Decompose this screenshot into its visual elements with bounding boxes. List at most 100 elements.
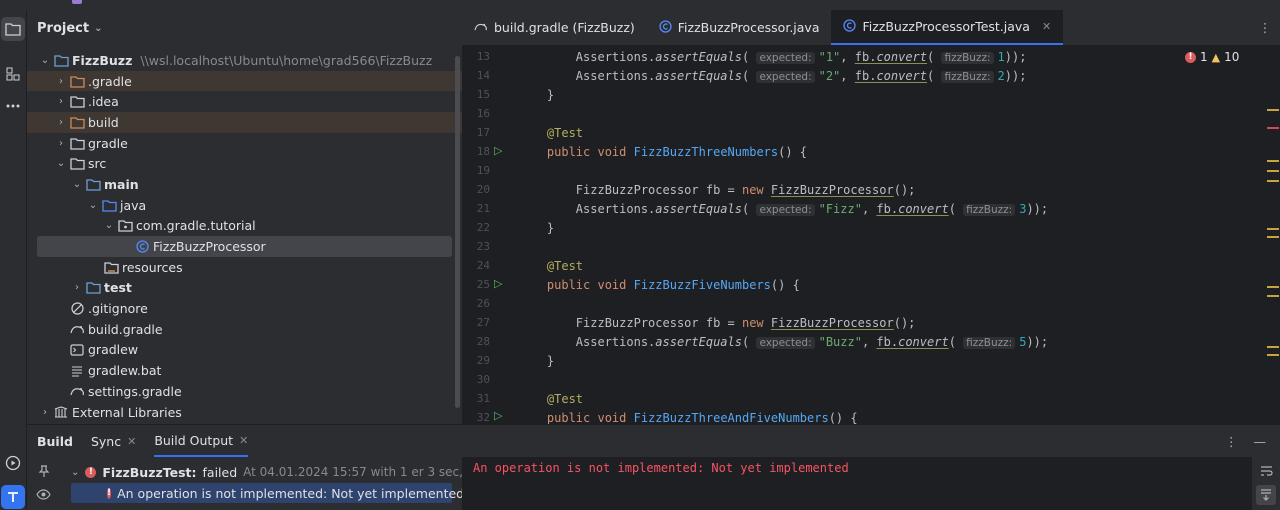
- code-line: }: [518, 221, 555, 235]
- tree-item-gradlew[interactable]: gradlew: [27, 340, 462, 361]
- tree-item-external-libraries[interactable]: › External Libraries: [27, 402, 462, 423]
- editor-gutter: 13 14 15 16 17 18 ▷ 19 20 21 22 23 24 25…: [462, 46, 518, 424]
- project-header[interactable]: Project ⌄: [27, 10, 462, 46]
- tree-item-label: resources: [122, 259, 183, 275]
- tree-item-main[interactable]: ⌄ main: [27, 174, 462, 195]
- more-tools-icon[interactable]: [1, 94, 25, 118]
- warning-marker[interactable]: [1267, 170, 1279, 172]
- tab-sync[interactable]: Sync ✕: [91, 425, 136, 457]
- tree-item-resources[interactable]: resources: [27, 257, 462, 278]
- tree-item-test[interactable]: › test: [27, 278, 462, 299]
- gradle-file-icon: [474, 20, 488, 35]
- chevron-down-icon[interactable]: ⌄: [101, 220, 117, 231]
- chevron-down-icon[interactable]: ⌄: [85, 200, 101, 211]
- folder-icon: [69, 136, 85, 150]
- run-test-icon[interactable]: ▷: [494, 277, 502, 290]
- line-number: 27: [476, 316, 490, 329]
- tab-build-output[interactable]: Build Output ✕: [154, 425, 249, 457]
- inspection-widget[interactable]: ! 1 ▲ 10: [1185, 50, 1239, 64]
- eye-icon[interactable]: [36, 489, 51, 503]
- code-editor[interactable]: Assertions.assertEquals( expected: "1", f…: [518, 46, 1263, 425]
- tree-item-root[interactable]: ⌄ FizzBuzz \\wsl.localhost\Ubuntu\home\g…: [27, 50, 462, 71]
- tree-item-idea[interactable]: › .idea: [27, 91, 462, 112]
- more-options-icon[interactable]: ⋮: [1250, 10, 1280, 45]
- warning-marker[interactable]: [1267, 109, 1279, 111]
- tree-item-fizzbuzzprocessor[interactable]: FizzBuzzProcessor: [37, 236, 452, 257]
- tree-item-package[interactable]: ⌄ com.gradle.tutorial: [27, 216, 462, 237]
- chevron-down-icon[interactable]: ⌄: [69, 179, 85, 190]
- chevron-down-icon[interactable]: ⌄: [71, 467, 79, 478]
- build-tree-item-test[interactable]: ⌄ ! FizzBuzzTest: failed At 04.01.2024 1…: [71, 462, 511, 482]
- code-line: FizzBuzzProcessor fb = new FizzBuzzProce…: [518, 183, 916, 197]
- run-tool-icon[interactable]: [1, 451, 25, 475]
- chevron-right-icon[interactable]: ›: [53, 138, 69, 149]
- warning-marker[interactable]: [1267, 346, 1279, 348]
- project-tool-icon[interactable]: [1, 17, 25, 41]
- chevron-down-icon[interactable]: ⌄: [94, 23, 102, 34]
- window-accent-mark: [72, 0, 82, 4]
- tree-item-settings-gradle[interactable]: settings.gradle: [27, 381, 462, 402]
- tree-item-gradlew-bat[interactable]: gradlew.bat: [27, 360, 462, 381]
- project-scrollbar[interactable]: [455, 56, 460, 408]
- close-icon[interactable]: ✕: [239, 434, 248, 447]
- warning-marker[interactable]: [1267, 295, 1279, 297]
- minimize-icon[interactable]: —: [1254, 434, 1267, 449]
- resources-folder-icon: [103, 260, 119, 274]
- structure-tool-icon[interactable]: [1, 62, 25, 86]
- run-test-icon[interactable]: ▷: [494, 409, 502, 422]
- tree-item-label: .gitignore: [88, 301, 148, 317]
- warning-marker[interactable]: [1267, 354, 1279, 356]
- build-output-console[interactable]: An operation is not implemented: Not yet…: [462, 457, 1252, 510]
- more-options-icon[interactable]: ⋮: [1225, 434, 1238, 449]
- close-icon[interactable]: ✕: [1042, 20, 1051, 33]
- class-icon: [843, 18, 857, 35]
- pin-icon[interactable]: [38, 465, 50, 481]
- error-marker[interactable]: [1267, 127, 1279, 129]
- close-icon[interactable]: ✕: [127, 435, 136, 448]
- warning-marker[interactable]: [1267, 160, 1279, 162]
- chevron-right-icon[interactable]: ›: [37, 407, 53, 418]
- module-folder-icon: [85, 281, 101, 295]
- project-panel: Project ⌄ ⌄ FizzBuzz \\wsl.localhost\Ubu…: [27, 10, 462, 424]
- build-tool-icon[interactable]: [1, 485, 25, 509]
- tab-build[interactable]: Build: [37, 425, 73, 457]
- tab-fizzbuzzprocessortest[interactable]: FizzBuzzProcessorTest.java ✕: [831, 10, 1064, 45]
- warning-marker[interactable]: [1267, 286, 1279, 288]
- editor-tabs: build.gradle (FizzBuzz) FizzBuzzProcesso…: [462, 10, 1280, 46]
- tree-item-build-gradle[interactable]: build.gradle: [27, 319, 462, 340]
- line-number: 20: [476, 183, 490, 196]
- chevron-down-icon[interactable]: ⌄: [37, 55, 53, 66]
- tree-item-label: settings.gradle: [88, 383, 182, 399]
- tree-item-src[interactable]: ⌄ src: [27, 153, 462, 174]
- warning-marker[interactable]: [1267, 180, 1279, 182]
- build-tree-item-error[interactable]: ! An operation is not implemented: Not y…: [71, 483, 464, 503]
- tree-item-label: External Libraries: [72, 404, 182, 420]
- console-error-text: An operation is not implemented: Not yet…: [473, 461, 849, 475]
- tab-fizzbuzzprocessor[interactable]: FizzBuzzProcessor.java: [647, 10, 832, 45]
- chevron-right-icon[interactable]: ›: [69, 282, 85, 293]
- run-test-icon[interactable]: ▷: [494, 144, 502, 157]
- error-icon: !: [85, 466, 97, 478]
- chevron-right-icon[interactable]: ›: [53, 76, 69, 87]
- tree-item-java[interactable]: ⌄ java: [27, 195, 462, 216]
- scroll-to-end-icon[interactable]: [1256, 485, 1276, 505]
- tree-item-gradle-dir[interactable]: › .gradle: [27, 70, 462, 92]
- tree-item-label: main: [104, 176, 139, 192]
- code-line: @Test: [546, 392, 584, 406]
- chevron-right-icon[interactable]: ›: [53, 96, 69, 107]
- error-stripe[interactable]: [1266, 46, 1280, 422]
- param-hint: expected:: [756, 204, 815, 216]
- chevron-right-icon[interactable]: ›: [53, 117, 69, 128]
- gradle-file-icon: [69, 322, 85, 336]
- warning-marker[interactable]: [1267, 228, 1279, 230]
- tree-item-build[interactable]: › build: [27, 112, 462, 133]
- library-icon: [53, 405, 69, 419]
- tree-item-gitignore[interactable]: .gitignore: [27, 298, 462, 319]
- tree-item-gradle[interactable]: › gradle: [27, 133, 462, 154]
- warning-marker[interactable]: [1267, 236, 1279, 238]
- code-line: Assertions.assertEquals( expected: "Buzz"…: [518, 335, 1049, 349]
- chevron-down-icon[interactable]: ⌄: [53, 158, 69, 169]
- tree-item-label: .idea: [88, 94, 119, 110]
- tab-build-gradle[interactable]: build.gradle (FizzBuzz): [462, 10, 647, 45]
- soft-wrap-icon[interactable]: [1256, 461, 1276, 481]
